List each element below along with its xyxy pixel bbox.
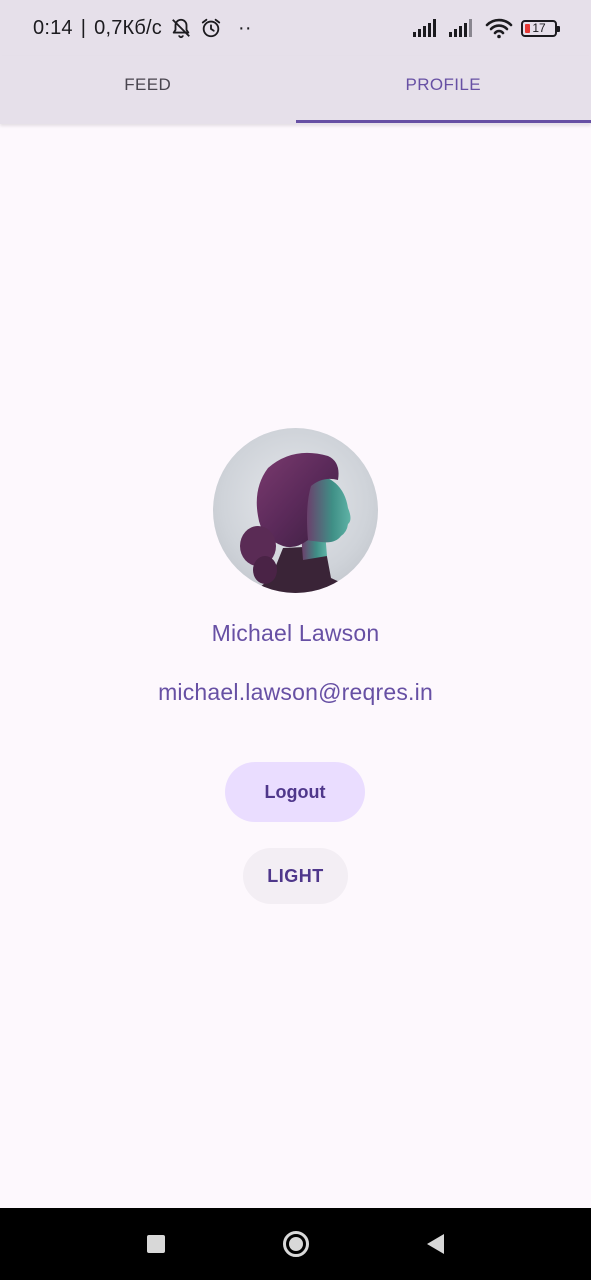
status-separator: | — [80, 16, 87, 39]
avatar-portrait-image — [240, 452, 363, 593]
status-left: 0:14 | 0,7Кб/с ·· — [33, 17, 252, 40]
network-speed: 0,7Кб/с — [94, 16, 163, 39]
battery-level: 17 — [532, 21, 546, 35]
bell-off-icon — [170, 17, 192, 39]
system-navigation-bar — [0, 1208, 591, 1280]
signal-icon — [449, 18, 477, 38]
logout-button[interactable]: Logout — [225, 762, 365, 822]
recent-apps-button[interactable] — [136, 1224, 176, 1264]
alarm-icon — [200, 17, 222, 39]
more-notifications-indicator: ·· — [238, 16, 252, 39]
wifi-icon — [485, 17, 513, 39]
avatar — [213, 428, 378, 593]
status-bar: 0:14 | 0,7Кб/с ·· 17 — [0, 0, 591, 56]
battery-level-fill — [525, 23, 530, 33]
battery-icon: 17 — [521, 19, 560, 37]
signal-icon — [413, 18, 441, 38]
profile-email: michael.lawson@reqres.in — [158, 679, 433, 705]
status-right: 17 — [413, 17, 560, 39]
home-circle-icon — [282, 1231, 309, 1257]
tab-profile[interactable]: PROFILE — [295, 56, 591, 124]
profile-name: Michael Lawson — [211, 620, 380, 646]
square-icon — [146, 1235, 165, 1253]
tab-feed[interactable]: FEED — [0, 56, 296, 124]
tab-bar: FEED PROFILE — [0, 56, 591, 124]
status-time: 0:14 — [33, 16, 73, 39]
back-button[interactable] — [416, 1224, 456, 1264]
home-button[interactable] — [276, 1224, 316, 1264]
theme-toggle-button[interactable]: LIGHT — [243, 848, 348, 904]
back-triangle-icon — [427, 1234, 444, 1254]
